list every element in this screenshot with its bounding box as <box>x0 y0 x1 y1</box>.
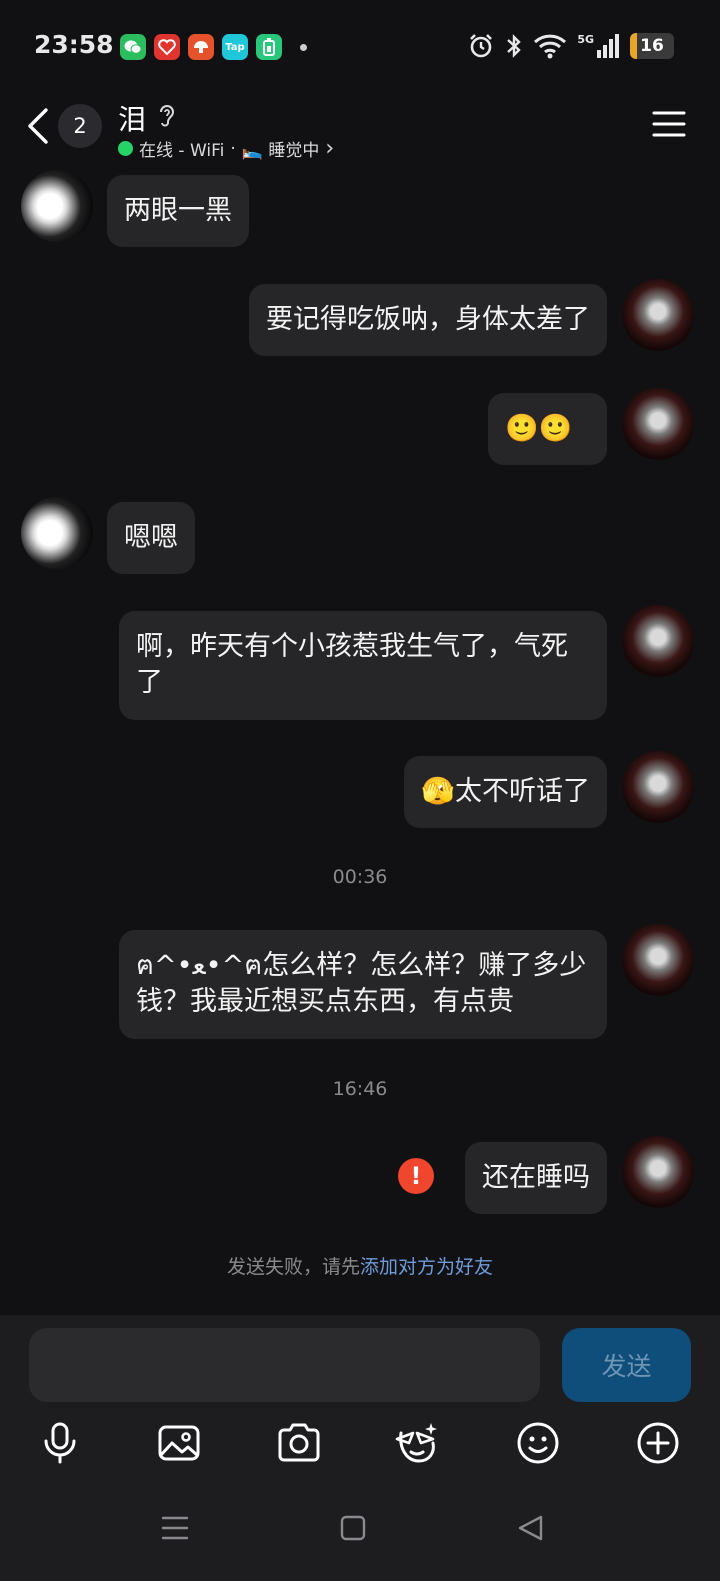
cell-signal-icon: 5G <box>577 33 620 59</box>
home-icon[interactable] <box>337 1512 369 1544</box>
message-bubble[interactable]: 啊，昨天有个小孩惹我生气了，气死了 <box>119 611 607 720</box>
alarm-icon <box>470 34 493 58</box>
heart-app-icon <box>154 34 180 60</box>
time-divider: 16:46 <box>332 1078 388 1100</box>
my-avatar[interactable] <box>622 1136 694 1208</box>
status-bar: 23:58 Tap 5G 16 <box>0 0 720 96</box>
online-status-text: 在线 - WiFi <box>139 141 225 161</box>
microphone-icon[interactable] <box>36 1419 84 1467</box>
recent-apps-icon[interactable] <box>159 1512 191 1544</box>
contact-avatar[interactable] <box>21 170 93 242</box>
ear-icon[interactable] <box>156 102 178 128</box>
message-input[interactable] <box>29 1328 540 1402</box>
mushroom-app-icon <box>188 34 214 60</box>
time-divider: 00:36 <box>332 866 388 888</box>
contact-name[interactable]: 泪 <box>118 98 146 138</box>
send-failed-icon[interactable]: ! <box>398 1158 434 1194</box>
battery-app-icon <box>256 34 282 60</box>
emoji-icon[interactable] <box>514 1419 562 1467</box>
my-avatar[interactable] <box>622 924 694 996</box>
sticker-face-icon[interactable] <box>393 1419 441 1467</box>
menu-icon[interactable] <box>652 110 686 138</box>
taptap-icon: Tap <box>222 34 248 60</box>
unread-count-badge[interactable]: 2 <box>58 104 102 148</box>
message-bubble[interactable]: 要记得吃饭呐，身体太差了 <box>249 284 607 356</box>
fail-notice-text: 发送失败，请先 <box>226 1256 360 1278</box>
wifi-icon <box>534 34 567 59</box>
camera-icon[interactable] <box>275 1419 323 1467</box>
contact-avatar[interactable] <box>21 497 93 569</box>
battery-indicator: 16 <box>630 33 674 59</box>
back-nav-icon[interactable] <box>515 1512 547 1544</box>
message-bubble[interactable]: 嗯嗯 <box>107 502 195 574</box>
wechat-icon <box>120 34 146 60</box>
my-avatar[interactable] <box>622 605 694 677</box>
message-bubble[interactable]: ฅ^•ﻌ•^ฅ怎么样？怎么样？赚了多少钱？我最近想买点东西，有点贵 <box>119 930 607 1039</box>
battery-fill <box>630 33 638 59</box>
chat-header: 2 泪 在线 - WiFi · 🛌 睡觉中 › <box>0 96 720 166</box>
network-type: 5G <box>577 33 594 46</box>
online-indicator <box>118 141 133 156</box>
message-bubble[interactable]: 还在睡吗 <box>465 1142 607 1214</box>
status-separator: · <box>230 138 236 159</box>
my-avatar[interactable] <box>622 388 694 460</box>
send-failed-notice: 发送失败，请先添加对方为好友 <box>0 1252 720 1279</box>
activity-status-text: 🛌 睡觉中 <box>241 141 320 161</box>
my-avatar[interactable] <box>622 279 694 351</box>
system-status: 5G 16 <box>467 32 674 60</box>
more-notifications-dot <box>300 43 307 51</box>
system-nav-bar <box>0 1490 720 1581</box>
add-friend-link[interactable]: 添加对方为好友 <box>360 1256 493 1278</box>
add-icon[interactable] <box>634 1419 682 1467</box>
bluetooth-icon <box>507 34 522 58</box>
send-button[interactable]: 发送 <box>562 1328 691 1402</box>
clock: 23:58 <box>34 30 114 59</box>
back-icon[interactable] <box>24 106 52 146</box>
contact-status[interactable]: 在线 - WiFi · 🛌 睡觉中 › <box>118 136 334 161</box>
my-avatar[interactable] <box>622 751 694 823</box>
message-bubble[interactable]: 🫣太不听话了 <box>404 756 607 828</box>
battery-level: 16 <box>640 36 664 56</box>
message-bubble[interactable]: 两眼一黑 <box>107 175 249 247</box>
chevron-right-icon: › <box>325 136 335 161</box>
message-bubble[interactable]: 🙂🙂 <box>488 393 607 465</box>
image-icon[interactable] <box>155 1419 203 1467</box>
notification-icons: Tap <box>120 34 307 60</box>
